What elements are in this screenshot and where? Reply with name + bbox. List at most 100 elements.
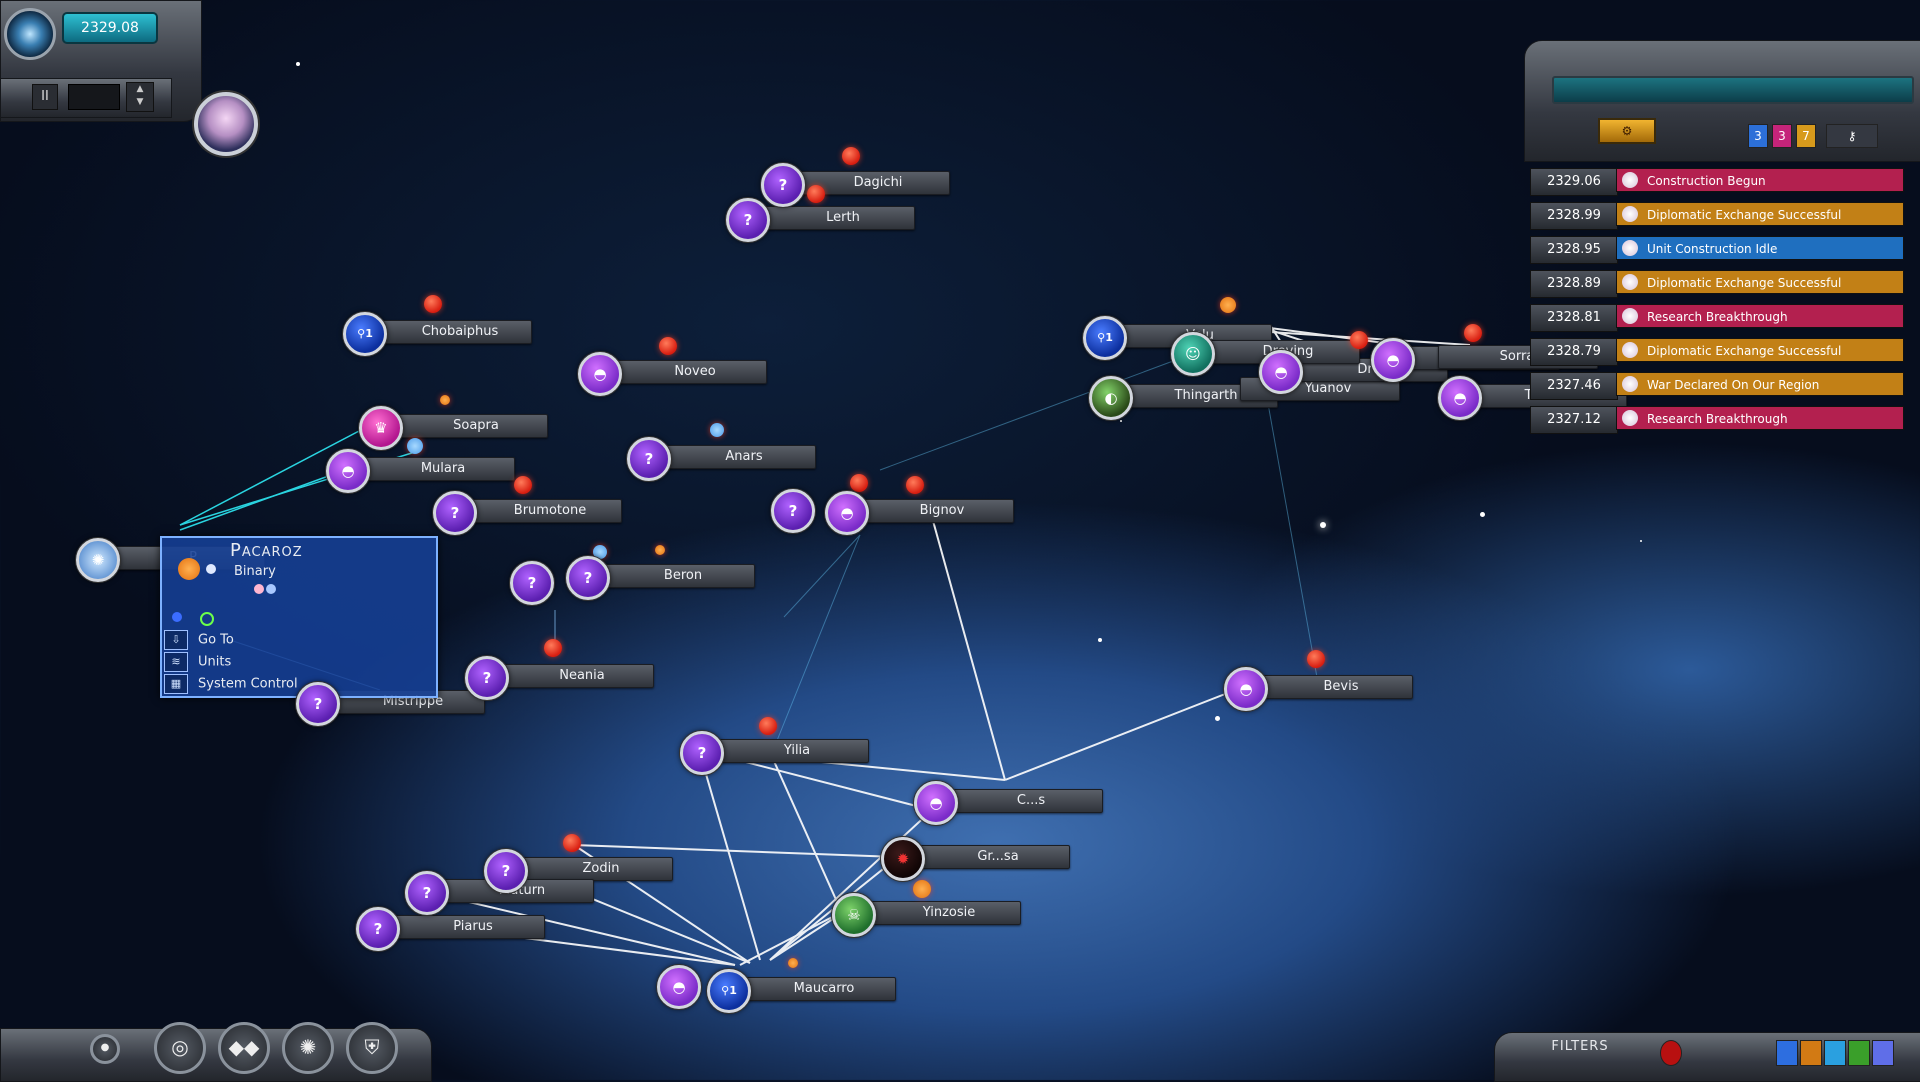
notification-item[interactable]: 2328.81 Research Breakthrough [1530,302,1920,332]
faction-avatar-icon [1622,274,1638,290]
system-name-label: Noveo [607,360,767,384]
system-name-label: Yinzosie [861,901,1021,925]
notification-item[interactable]: 2329.06 Construction Begun [1530,166,1920,196]
filter-blue-icon[interactable] [1776,1040,1798,1066]
unexplored-system-icon: ? [296,682,340,726]
unexplored-system-icon: ? [771,489,815,533]
count-badge-gold[interactable]: 7 [1796,124,1816,148]
unexplored-system-icon: ? [405,871,449,915]
notification-item[interactable]: 2328.95 Unit Construction Idle [1530,234,1920,264]
player-system-icon: ⚲1 [343,312,387,356]
filters-button[interactable]: FILTERS [1520,1036,1640,1058]
orange-star-icon [1220,297,1236,313]
alien-faction-icon: ◓ [1224,667,1268,711]
red-star-icon [842,147,860,165]
system-tooltip: Pacaroz Binary ⇩ Go To ≋ Units ▦ System Con… [160,536,438,698]
filter-toggle-icon[interactable] [1660,1040,1682,1066]
chevron-down-icon[interactable]: ▼ [127,96,153,109]
alien-faction-icon: ◓ [657,965,701,1009]
game-speed-stepper[interactable]: ▲ ▼ [126,82,154,112]
alien-faction-icon: ◓ [825,491,869,535]
faction-avatar-icon [1622,342,1638,358]
system-name-label: Soapra [388,414,548,438]
alien-faction-icon: ◓ [326,449,370,493]
key-icon[interactable]: ⚷ [1826,124,1878,148]
notification-text: Unit Construction Idle [1616,236,1904,260]
military-icon[interactable]: ⛨ [346,1022,398,1074]
teal-faction-icon: ☺ [1171,332,1215,376]
faction-avatar-icon [1622,172,1638,188]
system-name-label: Yilia [709,739,869,763]
record-icon[interactable]: ● [90,1034,120,1064]
system-control-icon: ▦ [164,674,188,694]
red-star-icon [563,834,581,852]
notification-item[interactable]: 2328.99 Diplomatic Exchange Successful [1530,200,1920,230]
game-speed-track[interactable] [68,84,120,110]
chevron-up-icon[interactable]: ▲ [127,83,153,96]
unexplored-system-icon: ? [484,849,528,893]
unexplored-system-icon: ? [510,561,554,605]
tooltip-goto-action[interactable]: ⇩ Go To [164,630,424,650]
system-name-label: Bevis [1253,675,1413,699]
blue-star-icon [407,438,423,454]
notification-text: Diplomatic Exchange Successful [1616,270,1904,294]
unexplored-system-icon: ? [726,198,770,242]
red-star-icon [906,476,924,494]
red-star-icon [659,337,677,355]
planet-icon [266,584,276,594]
system-name-label: Maucarro [736,977,896,1001]
notification-date: 2327.12 [1530,406,1618,434]
research-icon[interactable]: ✺ [282,1022,334,1074]
notification-item[interactable]: 2327.12 Research Breakthrough [1530,404,1920,434]
filter-green-icon[interactable] [1848,1040,1870,1066]
goto-icon: ⇩ [164,630,188,650]
green-faction-icon: ☠ [832,893,876,937]
galaxy-icon[interactable]: ◎ [154,1022,206,1074]
notification-item[interactable]: 2328.89 Diplomatic Exchange Successful [1530,268,1920,298]
red-star-icon [807,185,825,203]
tooltip-system-name: Pacaroz [230,540,303,561]
system-name-label: Beron [595,564,755,588]
faction-avatar-icon [1622,376,1638,392]
notification-item[interactable]: 2328.79 Diplomatic Exchange Successful [1530,336,1920,366]
leader-avatar[interactable] [194,92,258,156]
count-badge-blue[interactable]: 3 [1748,124,1768,148]
notification-text: Diplomatic Exchange Successful [1616,202,1904,226]
red-star-icon [424,295,442,313]
tooltip-system-control-action[interactable]: ▦ System Control [164,674,424,694]
system-name-label: Bignov [854,499,1014,523]
unexplored-system-icon: ? [566,556,610,600]
planet-icon [254,584,264,594]
faction-avatar-icon [1622,410,1638,426]
system-name-label: Gr...sa [910,845,1070,869]
filter-orange-icon[interactable] [1800,1040,1822,1066]
diplomacy-icon[interactable]: ◆◆ [218,1022,270,1074]
red-star-icon [850,474,868,492]
orange-star-icon [655,545,665,555]
resource-button[interactable]: ⚙ [1598,118,1656,144]
system-name-label: Zodin [513,857,673,881]
notification-date: 2328.95 [1530,236,1618,264]
pause-button[interactable]: II [32,84,58,110]
filter-purple-icon[interactable] [1872,1040,1894,1066]
system-name-label: Lerth [755,206,915,230]
tooltip-units-action[interactable]: ≋ Units [164,652,424,672]
filter-cyan-icon[interactable] [1824,1040,1846,1066]
red-star-icon [514,476,532,494]
companion-star-icon [206,564,216,574]
green-faction-icon: ◐ [1089,376,1133,420]
system-name-label: Brumotone [462,499,622,523]
count-badge-pink[interactable]: 3 [1772,124,1792,148]
pirate-faction-icon: ✹ [881,837,925,881]
notification-date: 2329.06 [1530,168,1618,196]
selected-system-icon: ✺ [76,538,120,582]
orange-star-icon [788,958,798,968]
player-system-icon: ⚲1 [1083,316,1127,360]
galaxy-view-button[interactable] [4,8,56,60]
faction-icon [172,612,182,622]
unexplored-system-icon: ? [465,656,509,700]
units-icon: ≋ [164,652,188,672]
notification-item[interactable]: 2327.46 War Declared On Our Region [1530,370,1920,400]
binary-star-icon [178,558,200,580]
system-name-label: C...s [943,789,1103,813]
